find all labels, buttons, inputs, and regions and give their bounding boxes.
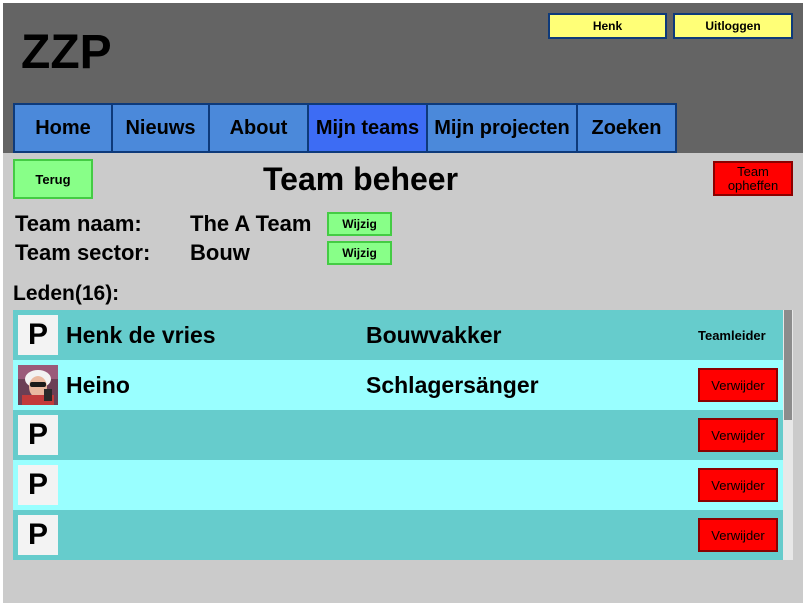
team-leader-label: Teamleider bbox=[698, 328, 766, 343]
team-sector-value: Bouw bbox=[190, 240, 250, 265]
member-name: Heino bbox=[66, 372, 130, 398]
member-row: P Verwijder bbox=[13, 460, 783, 510]
nav-item-zoeken[interactable]: Zoeken bbox=[576, 103, 677, 153]
back-button[interactable]: Terug bbox=[13, 159, 93, 199]
page-title: Team beheer bbox=[263, 161, 459, 197]
member-name: Henk de vries bbox=[66, 322, 216, 348]
avatar: P bbox=[18, 415, 58, 455]
main-nav: Home Nieuws About Mijn teams Mijn projec… bbox=[13, 103, 677, 153]
nav-item-mijn-projecten[interactable]: Mijn projecten bbox=[426, 103, 578, 153]
team-name-label: Team naam: bbox=[15, 211, 142, 236]
remove-member-button[interactable]: Verwijder bbox=[698, 368, 778, 402]
edit-team-name-button[interactable]: Wijzig bbox=[327, 212, 392, 236]
avatar-photo bbox=[18, 365, 58, 405]
member-role: Schlagersänger bbox=[366, 372, 539, 398]
header: ZZP Henk Uitloggen Home Nieuws About Mij… bbox=[3, 3, 803, 153]
member-row: Heino Schlagersänger Verwijder bbox=[13, 360, 783, 410]
app-frame: ZZP Henk Uitloggen Home Nieuws About Mij… bbox=[3, 3, 803, 603]
member-role: Bouwvakker bbox=[366, 322, 502, 348]
nav-item-mijn-teams[interactable]: Mijn teams bbox=[307, 103, 428, 153]
team-name-value: The A Team bbox=[190, 211, 312, 236]
member-row: P Verwijder bbox=[13, 510, 783, 560]
member-row: P Henk de vries Bouwvakker Teamleider bbox=[13, 310, 783, 360]
nav-item-nieuws[interactable]: Nieuws bbox=[111, 103, 210, 153]
scrollbar-thumb[interactable] bbox=[784, 310, 792, 420]
members-scrollbar[interactable] bbox=[783, 310, 793, 560]
remove-member-button[interactable]: Verwijder bbox=[698, 518, 778, 552]
members-list[interactable]: P Henk de vries Bouwvakker Teamleider He… bbox=[13, 310, 793, 560]
logout-button[interactable]: Uitloggen bbox=[673, 13, 793, 39]
edit-team-sector-button[interactable]: Wijzig bbox=[327, 241, 392, 265]
member-row: P Verwijder bbox=[13, 410, 783, 460]
avatar: P bbox=[18, 465, 58, 505]
nav-item-home[interactable]: Home bbox=[13, 103, 113, 153]
user-button[interactable]: Henk bbox=[548, 13, 667, 39]
avatar: P bbox=[18, 315, 58, 355]
dissolve-team-button[interactable]: Team opheffen bbox=[713, 161, 793, 196]
team-sector-label: Team sector: bbox=[15, 240, 151, 265]
remove-member-button[interactable]: Verwijder bbox=[698, 418, 778, 452]
avatar: P bbox=[18, 515, 58, 555]
site-logo: ZZP bbox=[21, 26, 112, 79]
remove-member-button[interactable]: Verwijder bbox=[698, 468, 778, 502]
members-label: Leden(16): bbox=[13, 282, 120, 305]
nav-item-about[interactable]: About bbox=[208, 103, 309, 153]
